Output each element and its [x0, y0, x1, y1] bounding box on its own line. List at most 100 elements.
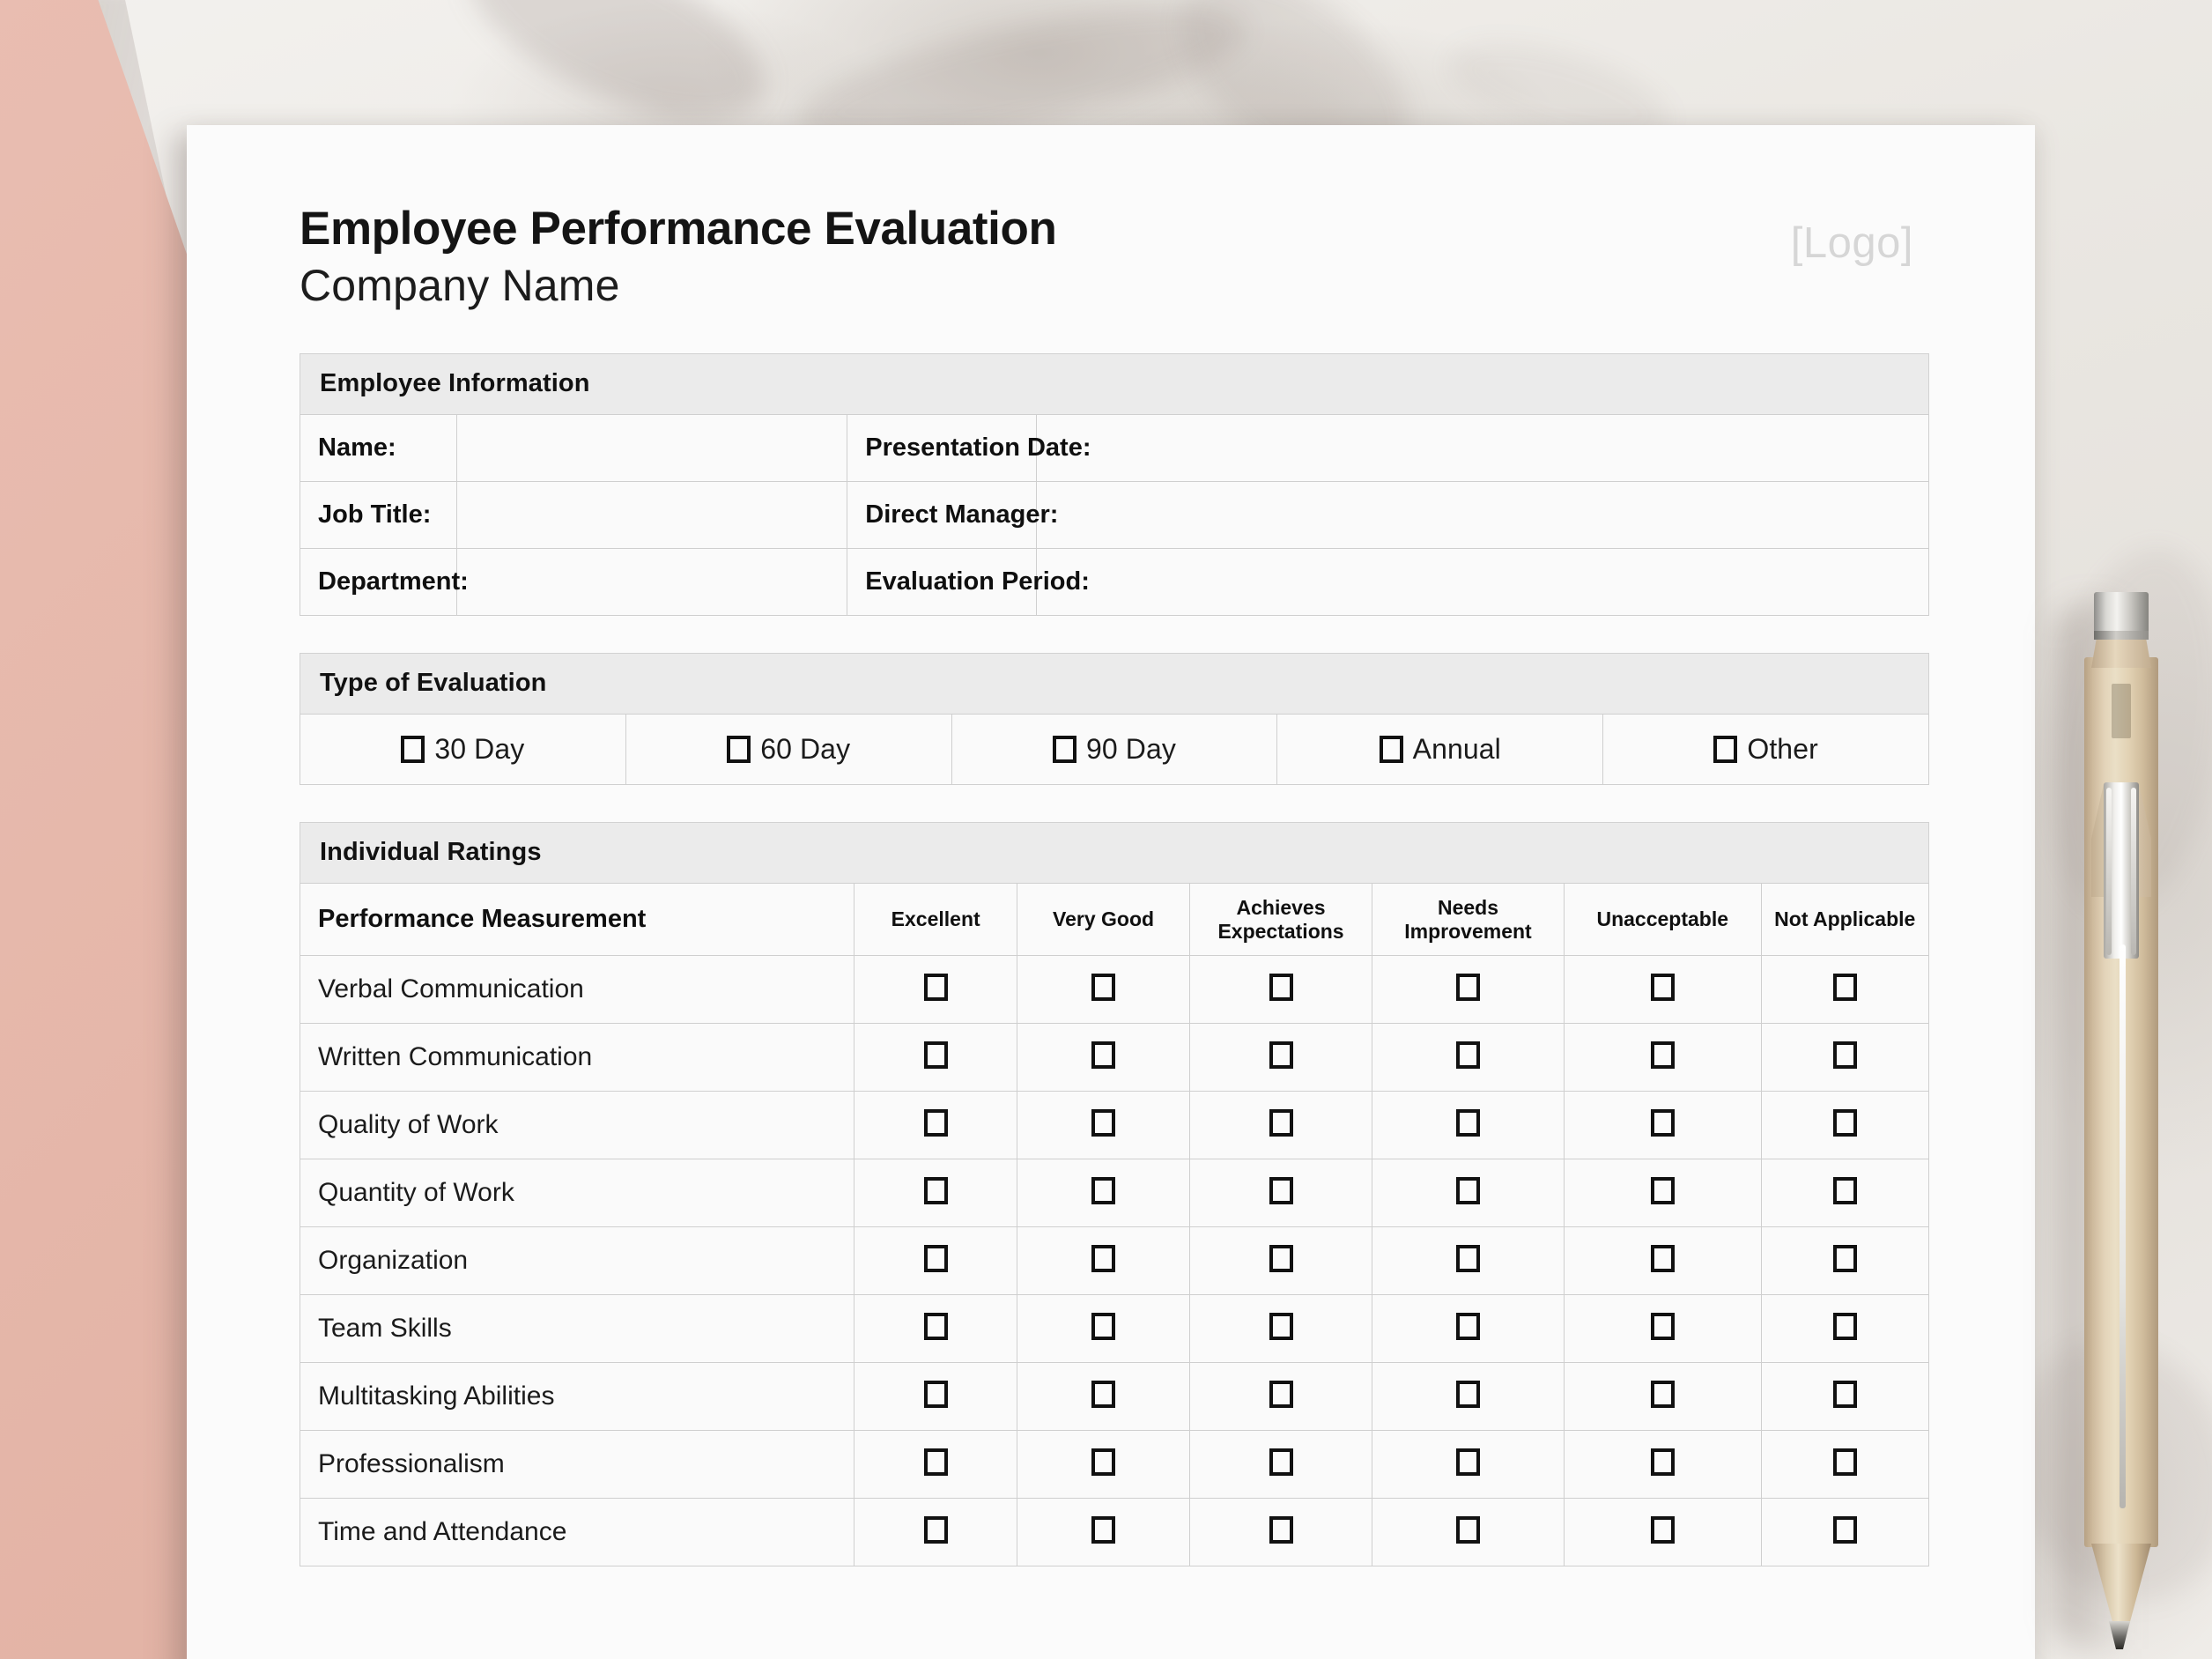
checkbox-icon[interactable]: [1456, 1516, 1480, 1544]
rating-cell[interactable]: [1564, 1498, 1762, 1567]
rating-cell[interactable]: [1564, 1091, 1762, 1160]
rating-cell[interactable]: [1760, 1362, 1930, 1432]
checkbox-icon-annual[interactable]: [1379, 736, 1403, 764]
checkbox-icon[interactable]: [923, 1313, 948, 1341]
rating-cell[interactable]: [1760, 1430, 1930, 1500]
rating-cell[interactable]: [1189, 1294, 1372, 1364]
rating-cell[interactable]: [1189, 1362, 1372, 1432]
eval-type-cell-30-day[interactable]: 30 Day: [300, 714, 626, 786]
checkbox-icon[interactable]: [1269, 1381, 1293, 1409]
checkbox-icon[interactable]: [1091, 1313, 1116, 1341]
checkbox-icon[interactable]: [1456, 1109, 1480, 1137]
rating-cell[interactable]: [1372, 1159, 1565, 1228]
checkbox-icon[interactable]: [1456, 1448, 1480, 1477]
rating-cell[interactable]: [1017, 1091, 1191, 1160]
eval-type-cell-other[interactable]: Other: [1602, 714, 1929, 786]
rating-cell[interactable]: [1189, 1430, 1372, 1500]
eval-type-cell-60-day[interactable]: 60 Day: [625, 714, 952, 786]
rating-cell[interactable]: [854, 955, 1018, 1025]
field-input-evaluation-period[interactable]: [1035, 548, 1930, 617]
checkbox-icon[interactable]: [1650, 1381, 1675, 1409]
rating-cell[interactable]: [1189, 1159, 1372, 1228]
rating-cell[interactable]: [1372, 1226, 1565, 1296]
rating-cell[interactable]: [1017, 1159, 1191, 1228]
checkbox-icon[interactable]: [1456, 1313, 1480, 1341]
checkbox-icon[interactable]: [1832, 1381, 1857, 1409]
checkbox-icon[interactable]: [1832, 1041, 1857, 1070]
checkbox-icon[interactable]: [1269, 974, 1293, 1002]
rating-cell[interactable]: [1189, 1023, 1372, 1092]
eval-type-cell-annual[interactable]: Annual: [1276, 714, 1604, 786]
rating-cell[interactable]: [1760, 1091, 1930, 1160]
checkbox-icon[interactable]: [1832, 1516, 1857, 1544]
checkbox-icon[interactable]: [1269, 1177, 1293, 1205]
rating-cell[interactable]: [1372, 1498, 1565, 1567]
checkbox-icon[interactable]: [923, 1381, 948, 1409]
checkbox-icon[interactable]: [1091, 1109, 1116, 1137]
checkbox-icon[interactable]: [1269, 1041, 1293, 1070]
rating-cell[interactable]: [854, 1294, 1018, 1364]
field-input-presentation-date[interactable]: [1035, 414, 1930, 483]
checkbox-icon-60-day[interactable]: [727, 736, 751, 764]
rating-cell[interactable]: [1017, 1498, 1191, 1567]
rating-cell[interactable]: [1760, 1498, 1930, 1567]
checkbox-icon[interactable]: [1456, 1245, 1480, 1273]
checkbox-icon[interactable]: [1832, 1448, 1857, 1477]
rating-cell[interactable]: [1017, 1430, 1191, 1500]
rating-cell[interactable]: [1564, 1362, 1762, 1432]
rating-cell[interactable]: [1760, 1159, 1930, 1228]
checkbox-icon[interactable]: [1091, 1381, 1116, 1409]
rating-cell[interactable]: [1372, 1294, 1565, 1364]
rating-cell[interactable]: [1017, 1226, 1191, 1296]
rating-cell[interactable]: [1372, 1023, 1565, 1092]
rating-cell[interactable]: [1017, 1294, 1191, 1364]
checkbox-icon[interactable]: [1091, 1177, 1116, 1205]
eval-type-cell-90-day[interactable]: 90 Day: [951, 714, 1278, 786]
checkbox-icon-90-day[interactable]: [1052, 736, 1076, 764]
checkbox-icon[interactable]: [923, 1177, 948, 1205]
checkbox-icon[interactable]: [1832, 1109, 1857, 1137]
checkbox-icon[interactable]: [1269, 1245, 1293, 1273]
rating-cell[interactable]: [1760, 1294, 1930, 1364]
checkbox-icon[interactable]: [1650, 1245, 1675, 1273]
rating-cell[interactable]: [1564, 955, 1762, 1025]
checkbox-icon[interactable]: [1456, 974, 1480, 1002]
checkbox-icon[interactable]: [923, 1041, 948, 1070]
rating-cell[interactable]: [1564, 1226, 1762, 1296]
checkbox-icon[interactable]: [1650, 974, 1675, 1002]
field-input-name[interactable]: [455, 414, 848, 483]
checkbox-icon[interactable]: [1650, 1516, 1675, 1544]
checkbox-icon[interactable]: [1650, 1448, 1675, 1477]
checkbox-icon[interactable]: [923, 1109, 948, 1137]
checkbox-icon[interactable]: [1832, 974, 1857, 1002]
checkbox-icon[interactable]: [1832, 1245, 1857, 1273]
rating-cell[interactable]: [1189, 955, 1372, 1025]
rating-cell[interactable]: [1760, 1023, 1930, 1092]
rating-cell[interactable]: [1564, 1430, 1762, 1500]
checkbox-icon[interactable]: [1091, 974, 1116, 1002]
rating-cell[interactable]: [854, 1362, 1018, 1432]
checkbox-icon[interactable]: [1456, 1177, 1480, 1205]
rating-cell[interactable]: [1564, 1023, 1762, 1092]
checkbox-icon[interactable]: [1650, 1177, 1675, 1205]
checkbox-icon[interactable]: [1456, 1041, 1480, 1070]
field-input-direct-manager[interactable]: [1035, 481, 1930, 550]
rating-cell[interactable]: [1372, 1430, 1565, 1500]
checkbox-icon[interactable]: [1832, 1177, 1857, 1205]
rating-cell[interactable]: [1017, 1023, 1191, 1092]
checkbox-icon-30-day[interactable]: [401, 736, 425, 764]
checkbox-icon[interactable]: [923, 1516, 948, 1544]
rating-cell[interactable]: [854, 1091, 1018, 1160]
rating-cell[interactable]: [1760, 955, 1930, 1025]
rating-cell[interactable]: [1189, 1091, 1372, 1160]
checkbox-icon[interactable]: [1269, 1516, 1293, 1544]
checkbox-icon[interactable]: [1269, 1448, 1293, 1477]
rating-cell[interactable]: [854, 1498, 1018, 1567]
rating-cell[interactable]: [1017, 955, 1191, 1025]
checkbox-icon[interactable]: [1832, 1313, 1857, 1341]
checkbox-icon[interactable]: [1650, 1109, 1675, 1137]
checkbox-icon[interactable]: [1269, 1109, 1293, 1137]
rating-cell[interactable]: [1564, 1159, 1762, 1228]
checkbox-icon[interactable]: [1091, 1448, 1116, 1477]
checkbox-icon[interactable]: [1091, 1245, 1116, 1273]
